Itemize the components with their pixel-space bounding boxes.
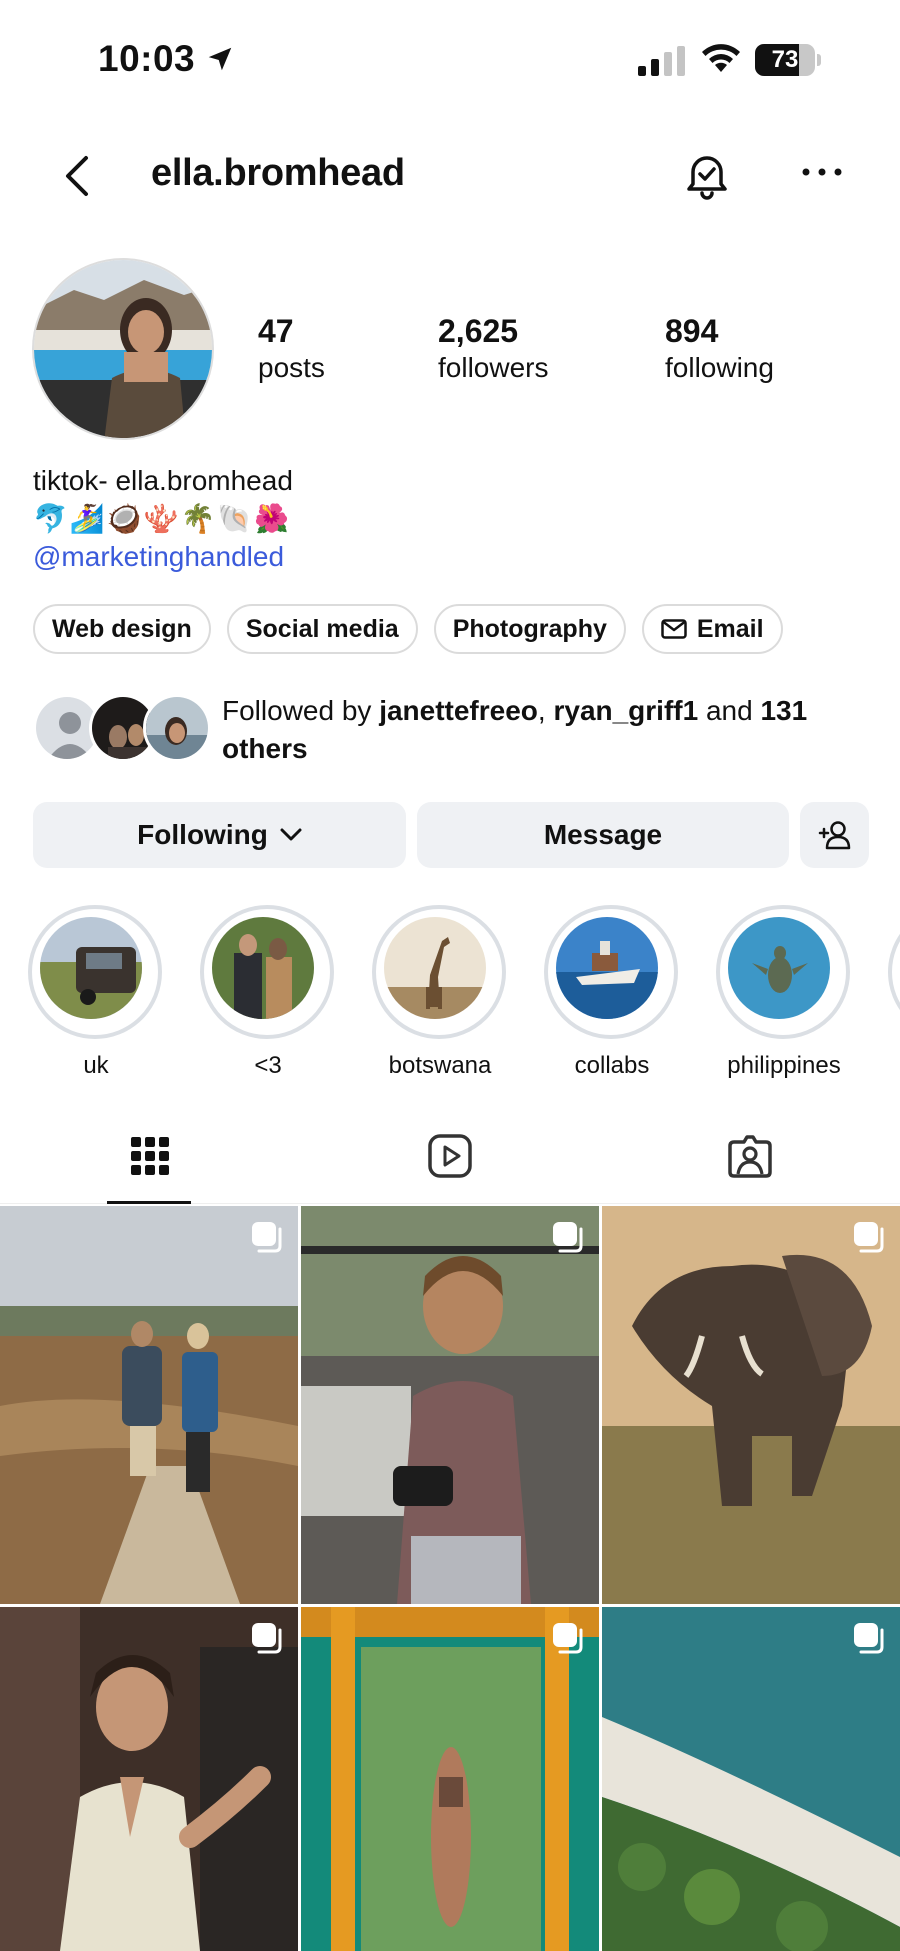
followed-by[interactable]: Followed by janettefreeo, ryan_griff1 an… (33, 692, 873, 764)
tagged-person-icon (728, 1135, 772, 1178)
post-thumbnail[interactable] (602, 1206, 900, 1604)
post-thumbnail[interactable] (301, 1206, 599, 1604)
multiple-photos-icon (252, 1623, 282, 1654)
post-thumbnail[interactable] (0, 1206, 298, 1604)
status-time: 10:03 (98, 38, 196, 79)
bio-emojis: 🐬🏄‍♀️🥥🪸🌴🐚🌺 (33, 503, 292, 534)
profile-username: ella.bromhead (151, 152, 405, 194)
profile-bio: tiktok- ella.bromhead 🐬🏄‍♀️🥥🪸🌴🐚🌺 @market… (33, 462, 873, 576)
back-chevron-icon[interactable] (58, 152, 98, 200)
chip-photography[interactable]: Photography (433, 604, 626, 654)
following-button[interactable]: Following (33, 802, 406, 868)
highlight-uk[interactable]: uk (28, 905, 164, 1081)
profile-avatar[interactable] (32, 258, 214, 440)
chip-social-media[interactable]: Social media (226, 604, 418, 654)
multiple-photos-icon (553, 1623, 583, 1654)
email-button[interactable]: Email (641, 604, 783, 654)
bio-link[interactable]: @marketinghandled (33, 538, 873, 576)
posts-stat[interactable]: 47 posts (258, 312, 325, 386)
message-button-label: Message (543, 819, 663, 850)
add-user-icon (818, 821, 850, 850)
following-count: 894 (665, 313, 719, 349)
post-thumbnail[interactable] (0, 1607, 298, 1951)
grid-icon (131, 1137, 169, 1175)
location-arrow-icon (208, 47, 232, 71)
followers-count: 2,625 (438, 313, 519, 349)
highlight-label: <3 (254, 1052, 282, 1079)
chip-label: Photography (452, 615, 607, 643)
battery-indicator: 73 (755, 44, 821, 76)
highlight-philippines[interactable]: philippines (716, 905, 852, 1081)
profile-header: ella.bromhead (0, 130, 900, 220)
status-bar: 10:03 73 (0, 0, 900, 120)
multiple-photos-icon (854, 1222, 884, 1253)
battery-percent: 73 (771, 46, 799, 73)
profile-chips: Web design Social media Photography Emai… (33, 604, 783, 654)
multiple-photos-icon (252, 1222, 282, 1253)
highlight-partial[interactable] (888, 905, 900, 1039)
chevron-down-icon (280, 828, 302, 841)
chip-label: Email (696, 615, 764, 643)
highlight-label: botswana (388, 1052, 492, 1079)
posts-label: posts (258, 352, 325, 383)
highlight-label: philippines (727, 1052, 841, 1079)
chip-label: Social media (245, 615, 399, 643)
message-button[interactable]: Message (417, 802, 789, 868)
following-button-label: Following (137, 819, 268, 850)
chip-web-design[interactable]: Web design (33, 604, 211, 654)
chip-label: Web design (52, 615, 192, 643)
followers-label: followers (438, 352, 549, 383)
reels-icon (428, 1134, 472, 1178)
posts-count: 47 (258, 313, 294, 349)
highlight-label: collabs (574, 1052, 650, 1079)
active-tab-indicator (107, 1201, 191, 1204)
tab-reels[interactable] (300, 1108, 600, 1204)
suggested-users-button[interactable] (800, 802, 869, 868)
posts-grid (0, 1206, 900, 1951)
more-options-icon[interactable] (800, 162, 844, 182)
highlight-collabs[interactable]: collabs (544, 905, 680, 1081)
profile-actions: Following Message (33, 802, 869, 868)
multiple-photos-icon (854, 1623, 884, 1654)
highlight-heart[interactable]: <3 (200, 905, 336, 1081)
followed-by-text: Followed by janettefreeo, ryan_griff1 an… (222, 695, 808, 764)
bio-text: tiktok- ella.bromhead (33, 465, 293, 496)
highlight-label: uk (83, 1052, 109, 1079)
cellular-signal-icon (638, 46, 685, 76)
wifi-icon (702, 44, 740, 72)
mutual-follower-avatar (143, 694, 211, 762)
tab-posts-grid[interactable] (0, 1108, 300, 1204)
followers-stat[interactable]: 2,625 followers (438, 312, 548, 386)
following-label: following (665, 352, 774, 383)
profile-tabs (0, 1108, 900, 1204)
post-thumbnail[interactable] (301, 1607, 599, 1951)
story-highlights: uk <3 botswana collabs philippines (0, 905, 900, 1085)
post-thumbnail[interactable] (602, 1607, 900, 1951)
mail-icon (661, 619, 687, 639)
following-stat[interactable]: 894 following (665, 312, 774, 386)
notification-bell-icon[interactable] (683, 150, 731, 200)
multiple-photos-icon (553, 1222, 583, 1253)
highlight-botswana[interactable]: botswana (372, 905, 508, 1081)
tab-tagged[interactable] (600, 1108, 900, 1204)
